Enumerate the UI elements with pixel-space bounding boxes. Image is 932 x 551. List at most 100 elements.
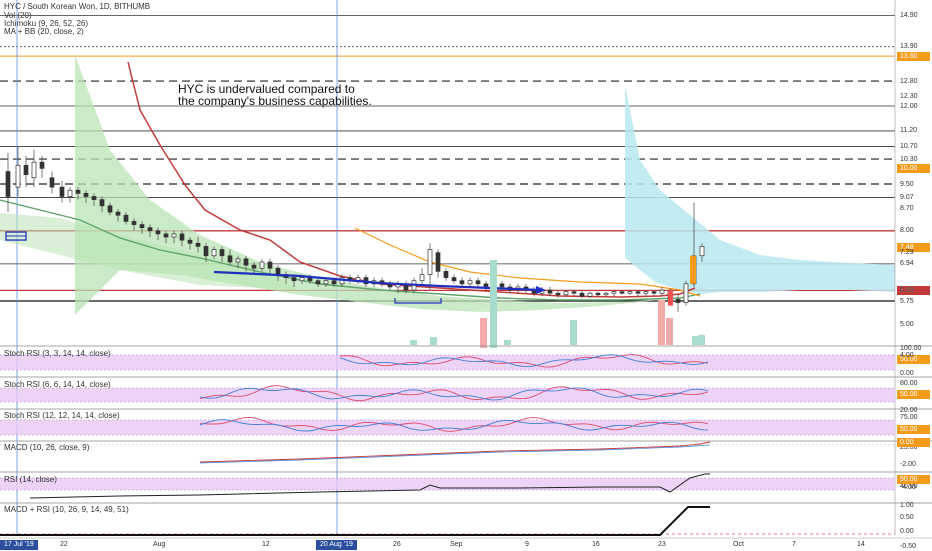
time-cursor-flag: 17 Jul '19 xyxy=(0,540,38,550)
price-tick-label: 5.75 xyxy=(900,297,914,305)
price-tag: 13.60 xyxy=(897,51,930,61)
volume-bar xyxy=(504,340,511,345)
panel-title-rsi: RSI (14, close) xyxy=(4,475,57,484)
price-tag: 10.00 xyxy=(897,163,930,173)
candle-body xyxy=(291,277,297,282)
overbought-band xyxy=(0,420,895,435)
price-tick-label: 12.00 xyxy=(900,102,918,110)
candle-body xyxy=(659,289,665,294)
time-tick-label: 7 xyxy=(792,541,796,548)
candle-body xyxy=(83,193,89,197)
panel-tick-label: 0.50 xyxy=(900,513,914,521)
candle-body xyxy=(251,264,257,269)
candle-body xyxy=(131,221,137,225)
candle-highlight xyxy=(690,255,696,284)
panel-title-macd: MACD (10, 26, close, 9) xyxy=(4,443,90,452)
candle-body xyxy=(467,280,473,285)
panel-value-tag: 50.00 xyxy=(897,474,930,484)
candle-body xyxy=(587,292,593,297)
candle-body xyxy=(579,292,585,297)
candle-body xyxy=(5,171,11,197)
candle-body xyxy=(611,291,617,294)
volume-bar xyxy=(430,337,437,345)
candle-body xyxy=(275,267,281,275)
overbought-band xyxy=(0,388,895,402)
candle-body xyxy=(627,291,633,294)
candle-body xyxy=(211,249,217,257)
candle-body xyxy=(651,291,657,294)
time-tick-label: 12 xyxy=(262,541,270,548)
price-tick-label: 8.70 xyxy=(900,205,914,213)
chart-canvas[interactable] xyxy=(0,0,932,550)
candle-body xyxy=(203,246,209,257)
candle-body xyxy=(459,280,465,285)
candle-body xyxy=(475,280,481,285)
candle-body xyxy=(67,189,73,197)
candle-body xyxy=(195,242,201,247)
volume-bar xyxy=(480,318,487,348)
candle-body xyxy=(435,252,441,272)
time-tick-label: 16 xyxy=(592,541,600,548)
candle-body xyxy=(187,239,193,244)
candle-body xyxy=(31,161,37,179)
time-cursor-flag: 20 Aug '19 xyxy=(316,540,357,550)
price-tick-label: 10.70 xyxy=(900,143,918,151)
candle-body xyxy=(75,189,81,194)
candle-body xyxy=(123,214,129,222)
time-tick-label: 14 xyxy=(857,541,865,548)
volume-bar xyxy=(692,336,699,345)
candle-body xyxy=(619,291,625,294)
candle-body xyxy=(547,289,553,294)
candle-body xyxy=(299,277,305,282)
ma-bb-legend: MA + BB (20, close, 2) xyxy=(4,27,84,36)
candle-body xyxy=(683,283,689,303)
candle-body xyxy=(451,277,457,282)
candle-body xyxy=(171,233,177,238)
time-tick-label: Sep xyxy=(450,541,463,548)
candle-body xyxy=(675,299,681,303)
price-tick-label: 11.20 xyxy=(900,127,917,135)
panel-value-tag: 50.00 xyxy=(897,389,930,399)
candle-highlight xyxy=(668,290,673,306)
candle-body xyxy=(499,283,505,288)
candle-body xyxy=(115,211,121,216)
candle-body xyxy=(99,199,105,207)
price-tick-label: 12.30 xyxy=(900,93,918,101)
volume-bar xyxy=(570,320,577,345)
candle-body xyxy=(323,280,329,285)
volume-bar xyxy=(698,335,705,345)
candle-body xyxy=(163,233,169,238)
candle-body xyxy=(91,196,97,200)
candle-body xyxy=(635,291,641,294)
candle-body xyxy=(155,230,161,235)
price-tick-label: 6.09 xyxy=(900,286,914,294)
volume-bar xyxy=(410,340,417,345)
candle-body xyxy=(23,164,29,175)
price-tick-label: 6.94 xyxy=(900,260,914,268)
candle-body xyxy=(107,205,113,213)
candle-body xyxy=(643,291,649,294)
panel-title-stoch-3: Stoch RSI (12, 12, 14, 14, close) xyxy=(4,411,120,420)
candle-body xyxy=(139,224,145,229)
candle-body xyxy=(49,177,55,188)
candle-body xyxy=(59,186,65,197)
time-tick-label: 9 xyxy=(525,541,529,548)
panel-tick-label: 80.00 xyxy=(900,379,918,387)
panel-tick-label: 1.00 xyxy=(900,501,914,509)
price-tick-label: 9.50 xyxy=(900,180,914,188)
price-tick-label: 14.90 xyxy=(900,12,918,20)
panel-title-macd-rsi: MACD + RSI (10, 26, 9, 14, 49, 51) xyxy=(4,505,129,514)
candle-body xyxy=(235,258,241,263)
price-tick-label: 12.80 xyxy=(900,77,918,85)
panel-title-stoch-1: Stoch RSI (3, 3, 14, 14, close) xyxy=(4,349,111,358)
candle-body xyxy=(571,291,577,294)
candle-body xyxy=(219,249,225,257)
time-tick-label: 22 xyxy=(60,541,68,548)
volume-bar xyxy=(666,318,673,345)
price-tick-label: 4.00 xyxy=(900,352,914,360)
chart-annotation: HYC is undervalued compared to the compa… xyxy=(178,83,372,107)
candle-body xyxy=(39,161,45,169)
candle-body xyxy=(603,292,609,296)
panel-value-tag: 0.00 xyxy=(897,437,930,447)
price-tick-label: 13.90 xyxy=(900,43,918,51)
